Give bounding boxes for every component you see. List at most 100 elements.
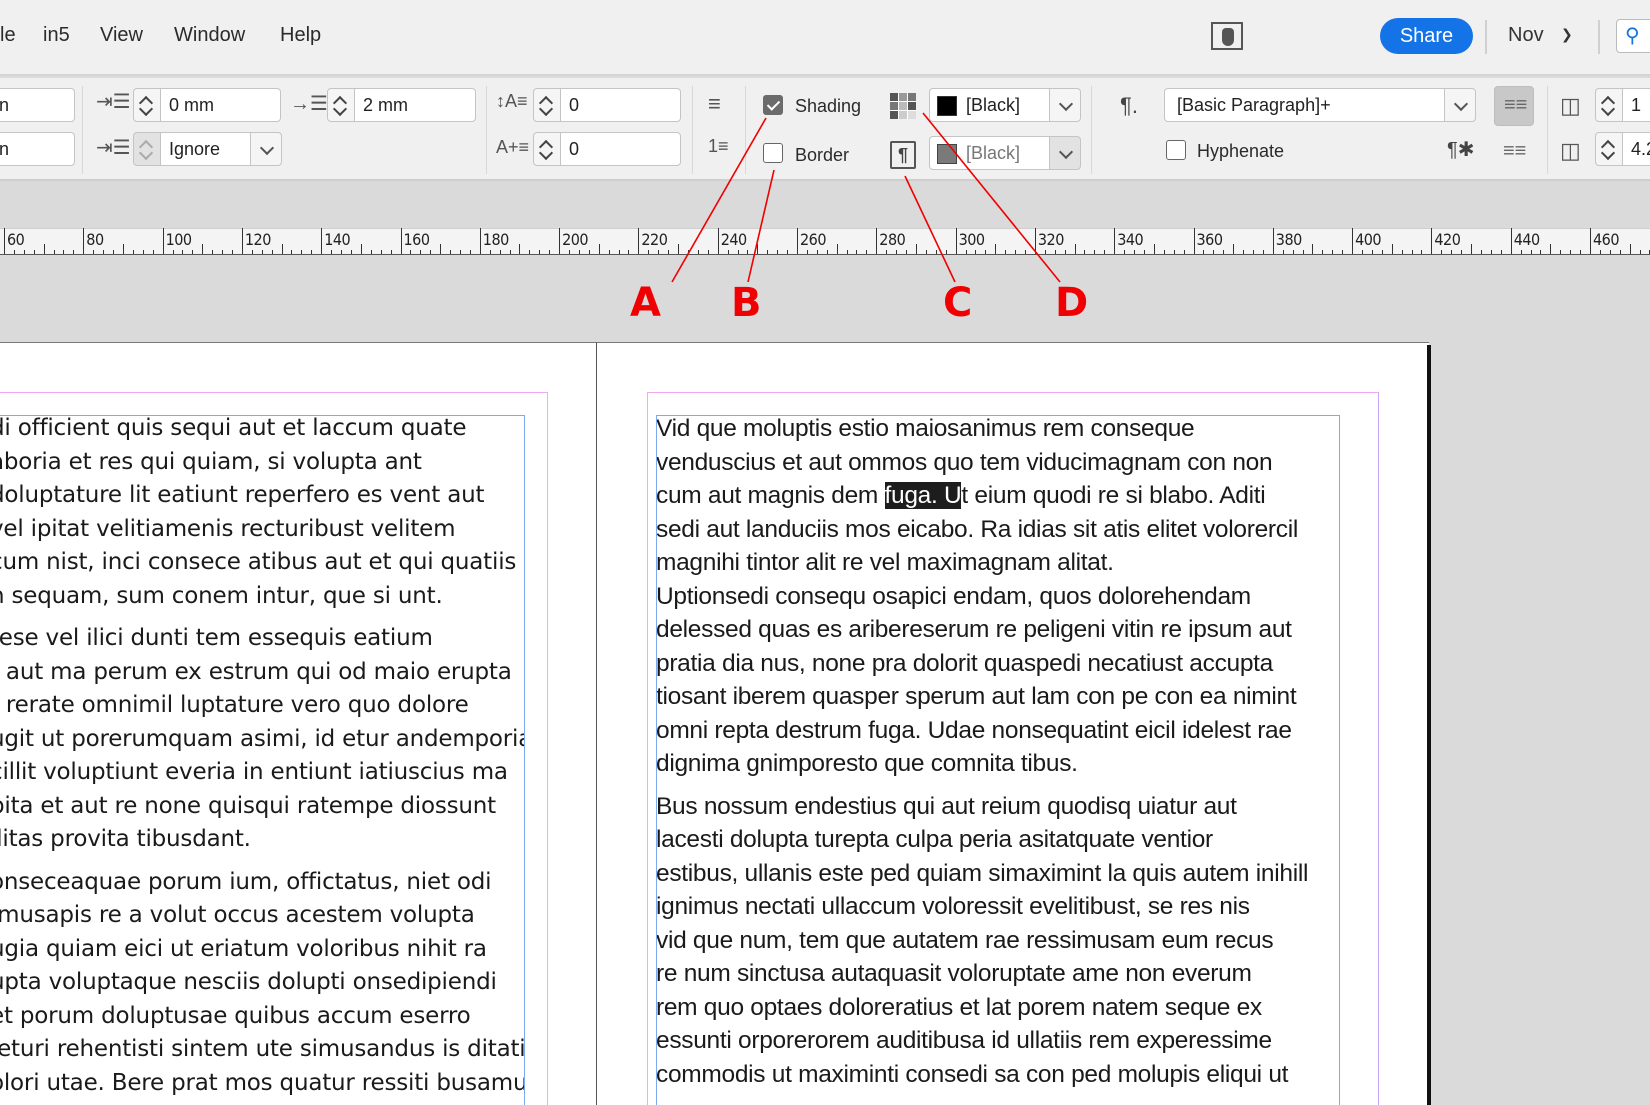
gutter-input[interactable]: 4.2 [1622, 132, 1650, 166]
menu-view[interactable]: View [100, 24, 143, 47]
ruler-minor-tick [777, 250, 779, 254]
ruler-minor-tick [925, 250, 927, 254]
ruler-major-tick [638, 228, 640, 254]
ruler-minor-tick [172, 250, 174, 254]
columns-icon: ◫ [1560, 93, 1581, 118]
align-grid-select[interactable]: Ignore [160, 132, 252, 166]
shading-color-dropdown[interactable] [1049, 88, 1081, 122]
gutter-stepper[interactable] [1595, 132, 1623, 166]
ruler-minor-tick [519, 244, 521, 254]
divider [692, 86, 693, 174]
ruler-major-tick [400, 228, 402, 254]
bulleted-list-icon[interactable]: ≡ [708, 93, 721, 115]
ruler-minor-tick [896, 250, 898, 254]
ruler-minor-tick [1381, 250, 1383, 254]
left-field-top[interactable]: n [0, 88, 75, 122]
ruler-minor-tick [1292, 250, 1294, 254]
ruler-minor-tick [1024, 250, 1026, 254]
workspace-switcher[interactable]: Nov [1508, 24, 1544, 47]
align-towards-spine-icon[interactable]: ≡≡ [1503, 141, 1526, 161]
hyphenate-checkbox[interactable] [1166, 140, 1186, 160]
columns-stepper[interactable] [1595, 88, 1623, 122]
ruler-label: 240 [720, 230, 747, 249]
ruler-major-tick [1034, 228, 1036, 254]
menu-file[interactable]: le [0, 24, 16, 47]
ruler-major-tick [321, 228, 323, 254]
ruler-minor-tick [1619, 250, 1621, 254]
ruler-minor-tick [499, 250, 501, 254]
numbered-list-icon[interactable]: 1≡ [708, 137, 729, 155]
ruler-minor-tick [1134, 250, 1136, 254]
ruler-minor-tick [261, 250, 263, 254]
ruler-label: 180 [482, 230, 509, 249]
ruler-minor-tick [103, 250, 105, 254]
left-indent-stepper[interactable] [133, 88, 161, 122]
ruler-label: 80 [86, 230, 104, 249]
shading-settings-icon[interactable] [890, 93, 916, 119]
ruler-major-tick [1114, 228, 1116, 254]
left-field-bottom[interactable]: n [0, 132, 75, 166]
search-icon[interactable]: ⚲ [1616, 19, 1650, 53]
space-after-input[interactable]: 2 mm [354, 88, 476, 122]
ruler-minor-tick [588, 250, 590, 254]
ruler-minor-tick [1183, 250, 1185, 254]
ruler-minor-tick [578, 250, 580, 254]
ruler-minor-tick [687, 250, 689, 254]
menu-in5[interactable]: in5 [43, 24, 70, 47]
callout-line-b [747, 169, 775, 283]
space-before-input[interactable]: 0 [560, 88, 681, 122]
ruler-minor-tick [1639, 250, 1641, 254]
align-grid-dropdown[interactable] [250, 132, 282, 166]
ruler-minor-tick [212, 250, 214, 254]
ruler-major-tick [717, 228, 719, 254]
ruler-minor-tick [1550, 244, 1552, 254]
page-shadow [1427, 345, 1431, 1105]
ruler-minor-tick [1451, 250, 1453, 254]
ruler-minor-tick [43, 244, 45, 254]
ruler-minor-tick [846, 250, 848, 254]
dropcap-input[interactable]: 0 [560, 132, 681, 166]
ruler-minor-tick [648, 250, 650, 254]
border-checkbox[interactable] [763, 143, 783, 163]
hand-tool-icon[interactable] [1211, 22, 1243, 50]
ruler-label: 140 [324, 230, 351, 249]
ruler-minor-tick [1332, 250, 1334, 254]
ruler-major-tick [162, 228, 164, 254]
columns-input[interactable]: 1 [1622, 88, 1650, 122]
ruler-label: 60 [7, 230, 25, 249]
ruler-minor-tick [202, 244, 204, 254]
menu-help[interactable]: Help [280, 24, 321, 47]
ruler-minor-tick [985, 250, 987, 254]
align-away-spine-button[interactable]: ≡≡ [1494, 86, 1534, 126]
chevron-down-icon[interactable]: ❯ [1561, 26, 1573, 43]
space-after-stepper[interactable] [327, 88, 355, 122]
ruler-minor-tick [757, 244, 759, 254]
ruler-minor-tick [836, 244, 838, 254]
ruler-minor-tick [1044, 250, 1046, 254]
ruler-minor-tick [430, 250, 432, 254]
ruler-minor-tick [410, 250, 412, 254]
ruler-minor-tick [767, 250, 769, 254]
border-settings-icon[interactable]: ¶ [890, 141, 916, 169]
ruler-minor-tick [1401, 250, 1403, 254]
dropcap-stepper[interactable] [533, 132, 561, 166]
horizontal-ruler[interactable]: 60 80 100 120 140 160 180 200 220 240 260 280 300 320… [0, 228, 1650, 255]
hyphenate-label: Hyphenate [1197, 141, 1285, 161]
ruler-minor-tick [1480, 250, 1482, 254]
paragraph-style-dropdown[interactable] [1444, 88, 1476, 122]
ruler-minor-tick [360, 244, 362, 254]
shading-checkbox[interactable] [763, 95, 783, 115]
clear-overrides-icon[interactable]: ¶✱ [1447, 140, 1475, 160]
left-indent-input[interactable]: 0 mm [160, 88, 281, 122]
ruler-minor-tick [33, 250, 35, 254]
ruler-minor-tick [311, 250, 313, 254]
paragraph-style-select[interactable]: [Basic Paragraph]+ [1164, 88, 1446, 122]
ruler-major-tick [479, 228, 481, 254]
ruler-label: 400 [1355, 230, 1382, 249]
ruler-label: 380 [1275, 230, 1302, 249]
ruler-major-tick [876, 228, 878, 254]
menu-window[interactable]: Window [174, 24, 245, 47]
space-before-stepper[interactable] [533, 88, 561, 122]
share-button[interactable]: Share [1380, 18, 1473, 54]
gutter-icon: ◫ [1560, 138, 1581, 163]
